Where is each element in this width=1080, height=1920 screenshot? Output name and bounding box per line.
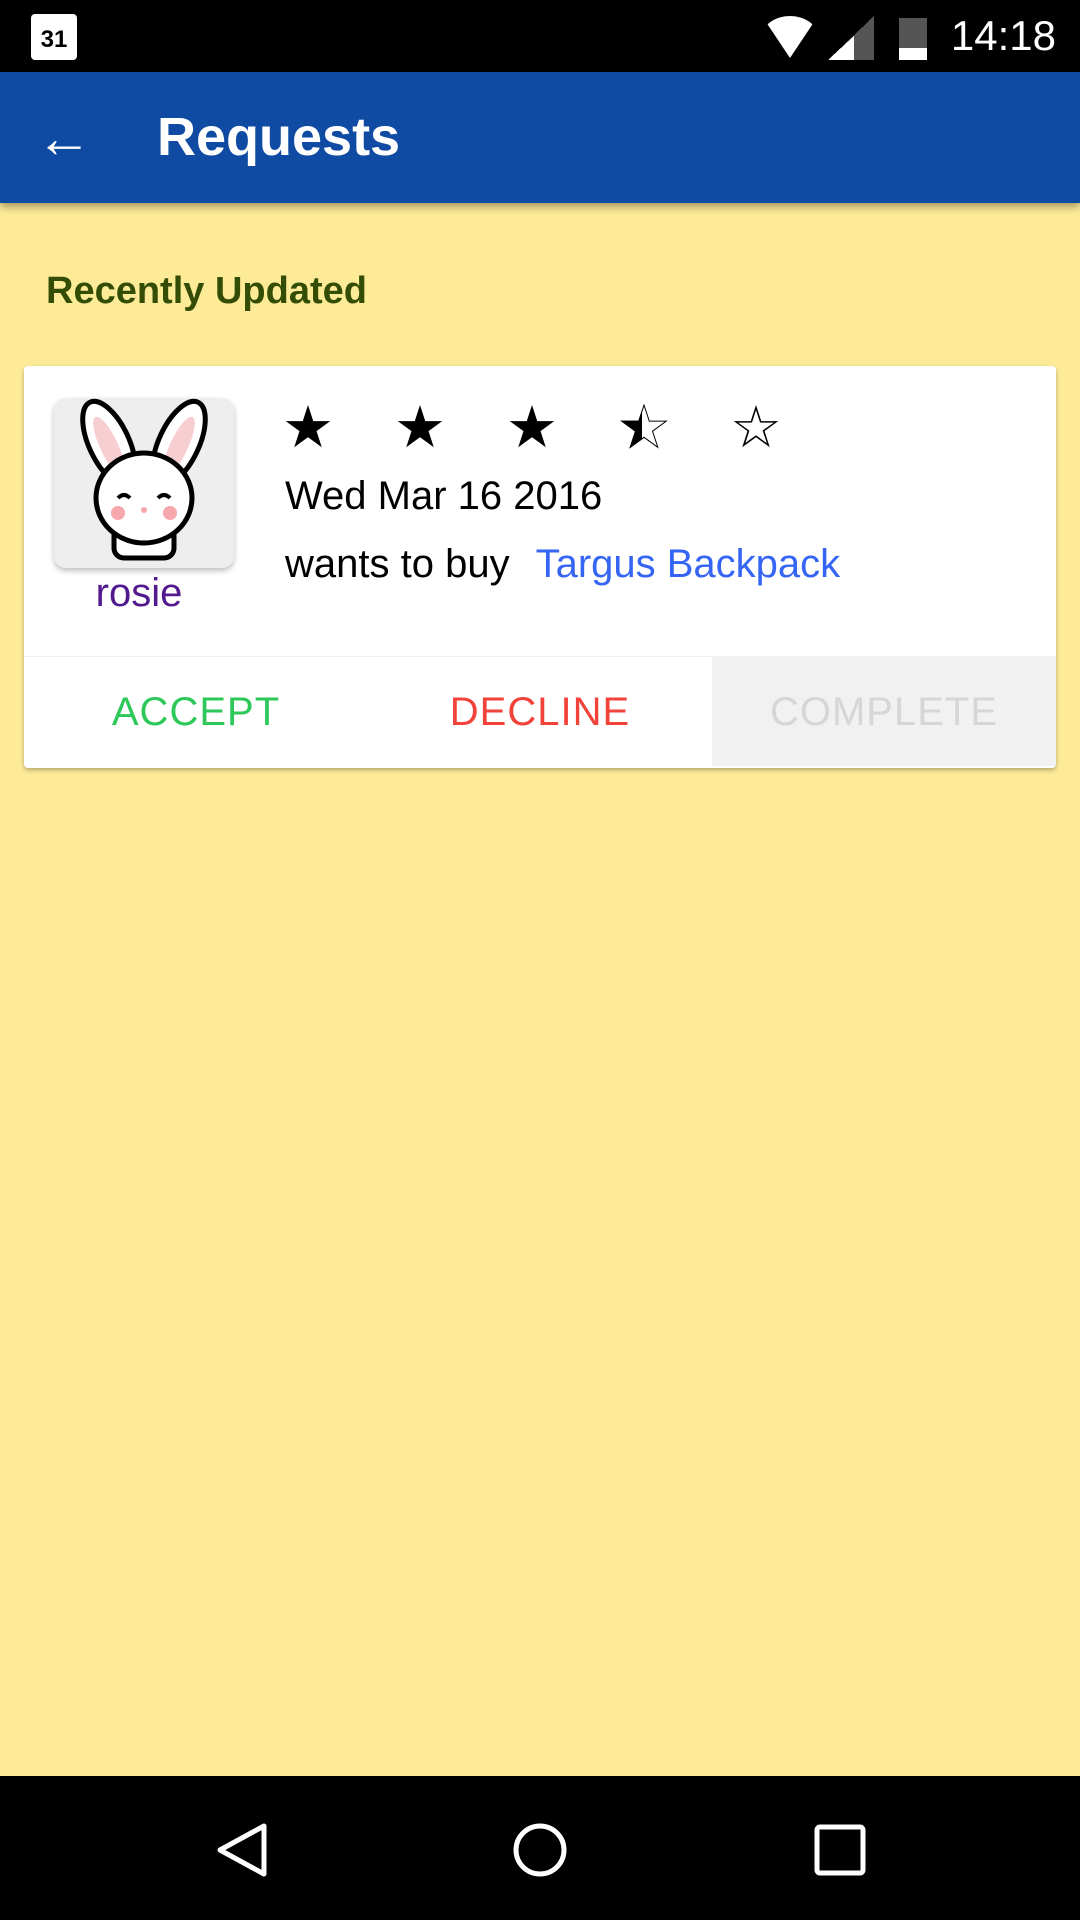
section-title: Recently Updated	[46, 270, 367, 312]
recents-icon[interactable]	[812, 1822, 868, 1878]
back-icon[interactable]	[212, 1822, 272, 1878]
navigation-bar	[0, 1776, 1080, 1920]
star-full-icon: ★	[282, 395, 334, 460]
star-empty-icon: ☆	[730, 395, 782, 460]
calendar-icon: 31	[31, 14, 77, 60]
action-buttons: ACCEPT DECLINE COMPLETE	[24, 656, 1056, 766]
item-link[interactable]: Targus Backpack	[536, 542, 841, 586]
request-description: wants to buy Targus Backpack	[285, 542, 840, 587]
clock: 14:18	[950, 12, 1056, 59]
action-text: wants to buy	[285, 542, 510, 586]
wifi-icon	[762, 16, 818, 58]
signal-level	[828, 36, 854, 60]
battery-icon	[899, 18, 927, 60]
decline-button[interactable]: DECLINE	[368, 657, 712, 766]
username-link[interactable]: rosie	[24, 571, 254, 616]
page-title: Requests	[157, 107, 401, 167]
accept-button[interactable]: ACCEPT	[24, 657, 368, 766]
request-date: Wed Mar 16 2016	[285, 474, 603, 518]
star-full-icon: ★	[506, 395, 558, 460]
app-bar: ← Requests	[0, 72, 1080, 203]
status-bar: 31 14:18	[0, 0, 1080, 72]
avatar[interactable]	[54, 398, 234, 568]
home-icon[interactable]	[510, 1822, 570, 1878]
star-half-icon: ★	[618, 397, 730, 458]
star-full-icon: ★	[394, 395, 446, 460]
complete-button[interactable]: COMPLETE	[712, 657, 1056, 766]
rating-stars: ★ ★ ★ ★ ☆	[282, 395, 842, 460]
bunny-avatar-icon	[80, 398, 208, 561]
back-arrow-icon[interactable]: ←	[36, 108, 92, 168]
request-card: rosie ★ ★ ★ ★ ☆ Wed Mar 16 2016 wants to buy…	[24, 366, 1056, 768]
